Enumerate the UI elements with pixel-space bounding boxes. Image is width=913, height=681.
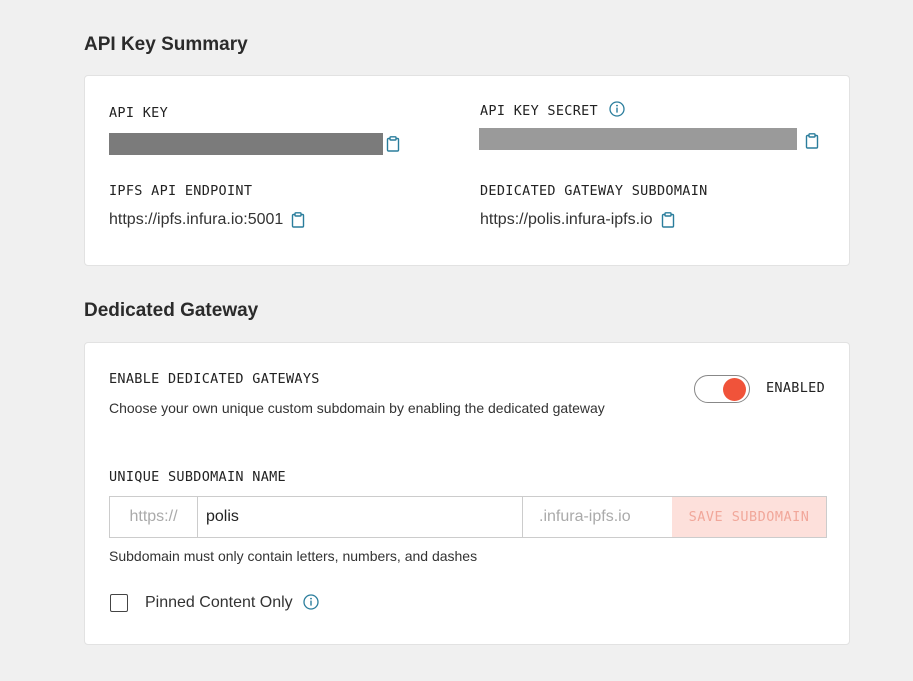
enable-gateways-description: Choose your own unique custom subdomain … [109,400,605,416]
api-key-summary-title: API Key Summary [84,34,248,55]
gateway-subdomain-value: https://polis.infura-ipfs.io [480,211,653,228]
enable-gateways-label: ENABLE DEDICATED GATEWAYS [109,371,320,387]
pinned-only-info-icon[interactable] [303,594,319,610]
subdomain-suffix: .infura-ipfs.io [539,508,631,525]
enable-gateways-toggle[interactable] [694,375,750,403]
copy-api-key-icon[interactable] [386,136,400,152]
copy-gateway-subdomain-icon[interactable] [661,212,675,228]
dedicated-gateway-card: ENABLE DEDICATED GATEWAYS Choose your ow… [84,342,850,645]
gateway-subdomain-label: DEDICATED GATEWAY SUBDOMAIN [480,183,708,199]
ipfs-endpoint-row: https://ipfs.infura.io:5001 [109,211,305,229]
ipfs-endpoint-label: IPFS API ENDPOINT [109,183,253,199]
api-key-summary-card: API KEY API KEY SECRET IPFS API ENDPOINT… [84,75,850,266]
copy-api-key-secret-icon[interactable] [805,133,819,149]
pinned-only-checkbox[interactable] [110,594,128,612]
save-subdomain-button[interactable]: SAVE SUBDOMAIN [672,497,826,537]
copy-ipfs-endpoint-icon[interactable] [291,212,305,228]
api-key-secret-info-icon[interactable] [609,101,625,117]
subdomain-prefix: https:// [110,497,198,537]
api-key-secret-masked-value [479,128,797,150]
subdomain-name-label: UNIQUE SUBDOMAIN NAME [109,469,286,485]
pinned-only-label[interactable]: Pinned Content Only [145,594,293,612]
subdomain-input-group: https:// .infura-ipfs.io SAVE SUBDOMAIN [109,496,827,538]
toggle-state-label: ENABLED [766,380,825,396]
subdomain-input[interactable] [198,497,523,537]
dedicated-gateway-title: Dedicated Gateway [84,300,259,321]
ipfs-endpoint-value: https://ipfs.infura.io:5001 [109,211,284,228]
api-key-secret-label: API KEY SECRET [480,103,598,119]
toggle-knob [723,377,746,401]
subdomain-hint: Subdomain must only contain letters, num… [109,548,478,564]
api-key-label: API KEY [109,105,168,121]
gateway-subdomain-row: https://polis.infura-ipfs.io [480,211,675,229]
api-key-masked-value [109,133,383,155]
